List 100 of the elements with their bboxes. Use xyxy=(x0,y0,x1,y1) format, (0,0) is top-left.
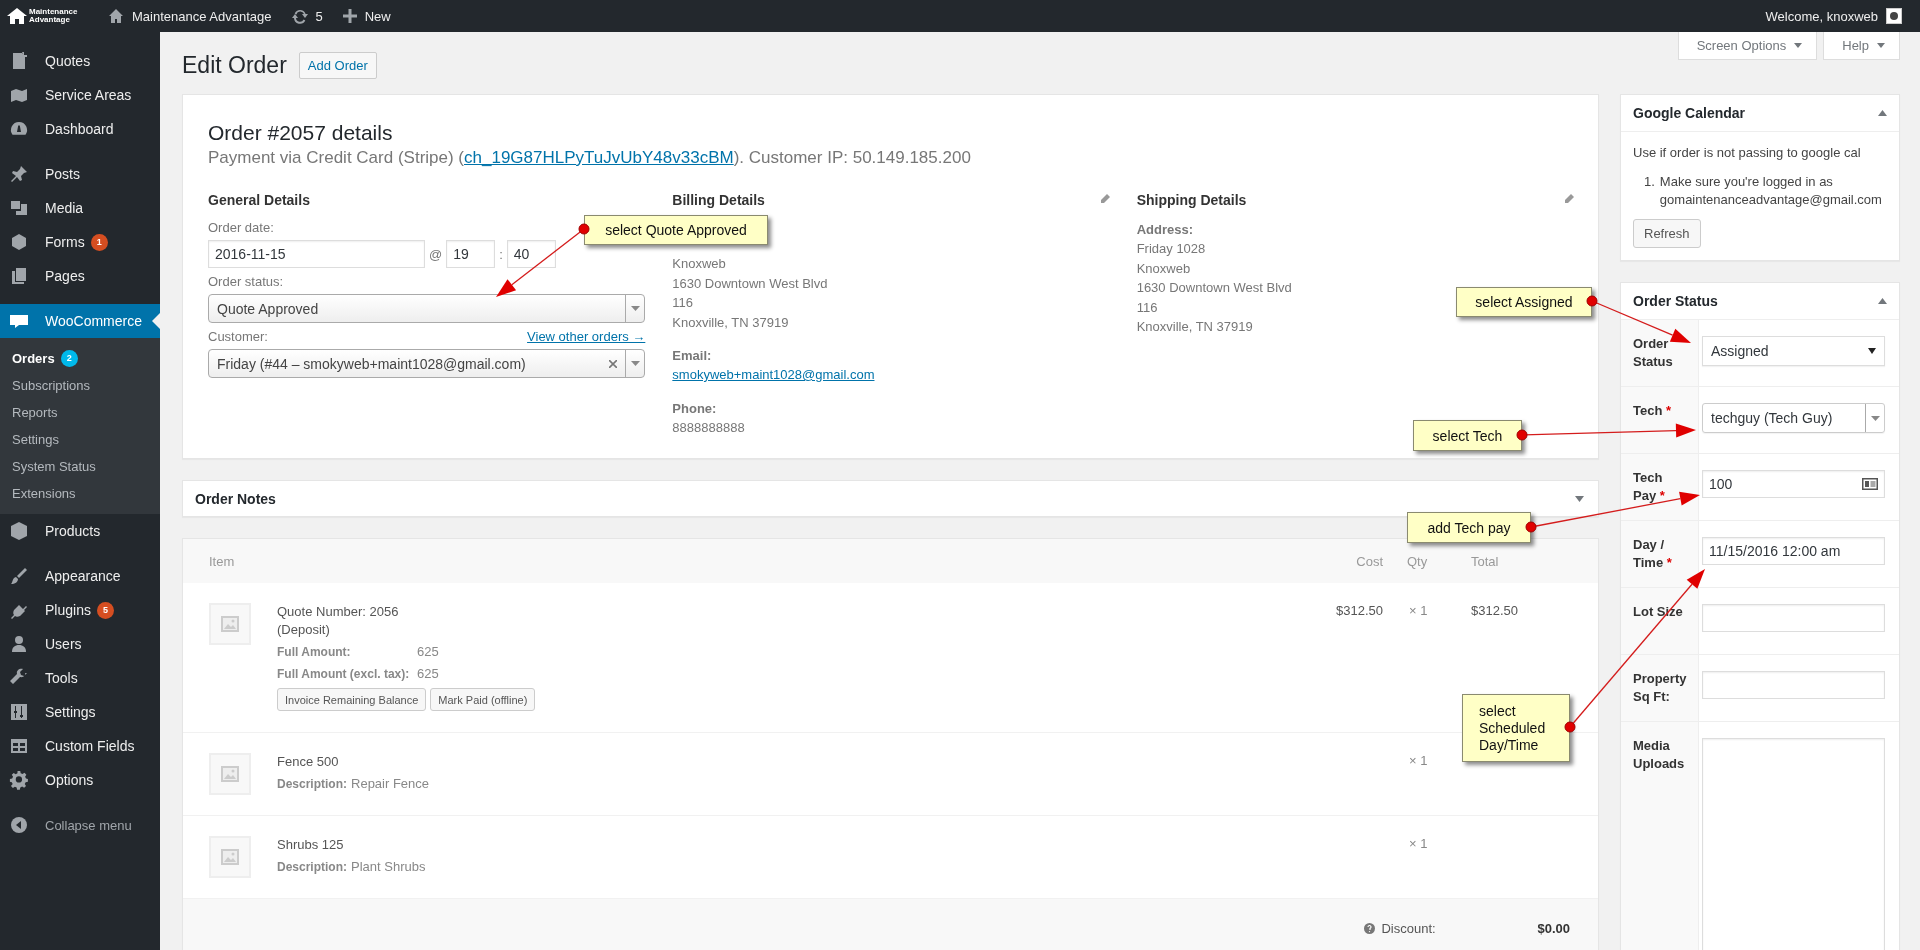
new-link[interactable]: New xyxy=(332,0,401,32)
item-name: Fence 500 xyxy=(277,753,339,771)
column-header: Total xyxy=(1470,553,1500,569)
hour-field[interactable]: 19 xyxy=(446,240,496,268)
field-label: Tech Pay * xyxy=(1621,454,1699,520)
meta-label: Full Amount (excl. tax): xyxy=(277,666,411,683)
image-placeholder-icon xyxy=(221,849,239,865)
charge-link[interactable]: ch_19G87HLPyTuJvUbY48v33cBM xyxy=(464,148,734,167)
address-line: Knoxville, TN 37919 xyxy=(672,313,789,332)
meta-value: 625 xyxy=(417,644,439,659)
logo-text: Maintenance Advantage xyxy=(29,8,79,24)
tech-select[interactable]: techguy (Tech Guy) xyxy=(1702,403,1885,433)
sidebar-item[interactable]: Custom Fields xyxy=(0,729,160,763)
image-placeholder-icon xyxy=(221,766,239,782)
caret-icon xyxy=(1877,43,1885,48)
discount-label: Discount: xyxy=(1381,921,1437,936)
add-order-button[interactable]: Add Order xyxy=(298,52,377,79)
sidebar-item[interactable]: Products xyxy=(0,514,160,548)
customer-select[interactable]: Friday (#44 – smokyweb+maint1028@gmail.com) xyxy=(208,349,646,378)
site-link[interactable]: Maintenance Advantage xyxy=(98,0,282,32)
sidebar-item[interactable]: Quotes xyxy=(0,44,160,78)
address-line: 1630 Downtown West Blvd xyxy=(672,274,828,293)
field-label: Address: xyxy=(1136,221,1193,239)
sidebar-item[interactable]: Forms 1 xyxy=(0,225,160,259)
user-icon xyxy=(9,634,29,654)
item-name: Shrubs 125 xyxy=(277,836,344,854)
field-label: Phone: xyxy=(672,399,717,418)
field-label: Tech * xyxy=(1621,387,1699,453)
media-icon xyxy=(9,198,29,218)
item-action-button[interactable]: Invoice Remaining Balance xyxy=(277,688,427,711)
refresh-icon xyxy=(291,8,308,24)
pointer-icon xyxy=(152,313,160,329)
sidebar-item[interactable]: Media xyxy=(0,191,160,225)
address-line: Friday 1028 xyxy=(1136,240,1206,258)
time-colon: : xyxy=(498,246,504,262)
page-title: Edit Order xyxy=(182,52,287,79)
house-logo-icon xyxy=(6,7,28,25)
sidebar-item[interactable]: WooCommerce xyxy=(0,304,160,338)
item-total: $312.50 xyxy=(1471,603,1518,618)
collapse-arrow-icon xyxy=(1575,495,1584,502)
sidebar-item[interactable]: Service Areas xyxy=(0,78,160,112)
panel-title: Google Calendar xyxy=(1633,105,1746,121)
collapse-menu-button[interactable]: Collapse menu xyxy=(0,808,160,842)
address-line: Knoxweb xyxy=(1136,259,1191,278)
field-label: Order Status xyxy=(1621,320,1699,386)
input-field[interactable] xyxy=(1702,671,1885,699)
submenu-item[interactable]: Orders 2 xyxy=(0,345,160,372)
input-field[interactable]: 100 xyxy=(1702,470,1885,498)
callout-note: add Tech pay xyxy=(1407,512,1531,543)
field-label: Day / Time * xyxy=(1621,521,1699,587)
sidebar-item[interactable]: Posts xyxy=(0,157,160,191)
submenu-item[interactable]: Extensions xyxy=(0,480,160,507)
refresh-button[interactable]: Refresh xyxy=(1633,219,1701,248)
address-line: 116 xyxy=(672,294,694,312)
input-field[interactable] xyxy=(1702,604,1885,632)
field-label: Property Sq Ft: xyxy=(1621,655,1699,721)
sidebar-item[interactable]: Options xyxy=(0,763,160,797)
list-number: 1. xyxy=(1644,173,1655,191)
clear-icon xyxy=(609,359,618,368)
sidebar-item[interactable]: Settings xyxy=(0,695,160,729)
item-name: (Deposit) xyxy=(277,621,330,639)
home-icon xyxy=(108,8,124,24)
column-header: Item xyxy=(209,553,236,569)
image-placeholder-icon xyxy=(221,616,239,632)
help-tab[interactable]: Help xyxy=(1823,32,1900,60)
sidebar-item[interactable]: Tools xyxy=(0,661,160,695)
submenu-item[interactable]: Settings xyxy=(0,426,160,453)
date-field[interactable]: 2016-11-15 xyxy=(208,240,425,268)
input-field[interactable]: 11/15/2016 12:00 am xyxy=(1702,537,1885,565)
sidebar-item[interactable]: Dashboard xyxy=(0,112,160,146)
panel-title: Order Notes xyxy=(195,490,276,507)
submenu-item[interactable]: System Status xyxy=(0,453,160,480)
count-badge: 2 xyxy=(60,350,78,367)
item-quantity: × 1 xyxy=(1409,603,1428,618)
sidebar-item[interactable]: Pages xyxy=(0,259,160,293)
meta-label: Full Amount: xyxy=(277,644,352,661)
dropdown-arrow-icon xyxy=(630,361,640,366)
item-name: Quote Number: 2056 xyxy=(277,603,399,621)
field-label: Email: xyxy=(672,347,712,365)
brush-icon xyxy=(9,566,29,586)
address-line: 116 xyxy=(1136,298,1158,317)
account-link[interactable]: Welcome, knoxweb xyxy=(1755,0,1912,32)
submenu-item[interactable]: Reports xyxy=(0,399,160,426)
view-orders-link[interactable]: View other orders → xyxy=(527,329,646,344)
sidebar-item[interactable]: Appearance xyxy=(0,559,160,593)
meta-value: Plant Shrubs xyxy=(351,859,426,874)
submenu-item[interactable]: Subscriptions xyxy=(0,372,160,399)
address-line: 1630 Downtown West Blvd xyxy=(1136,279,1292,297)
payment-info: Payment via Credit Card (Stripe) (ch_19G87HLPyTuJvUbY48v33cBM). Customer IP: 50.149.185.200 xyxy=(208,148,972,168)
minute-field[interactable]: 40 xyxy=(506,240,556,268)
pages-icon xyxy=(9,266,29,286)
updates-link[interactable]: 5 xyxy=(281,0,333,32)
item-cost: $312.50 xyxy=(1336,603,1383,618)
order-status-select[interactable]: Quote Approved xyxy=(208,294,646,323)
screen-options-tab[interactable]: Screen Options xyxy=(1677,32,1818,60)
email-link[interactable]: smokyweb+maint1028@gmail.com xyxy=(672,367,875,382)
status-select[interactable]: Assigned xyxy=(1702,336,1885,366)
item-action-button[interactable]: Mark Paid (offline) xyxy=(430,688,536,711)
sidebar-item[interactable]: Plugins 5 xyxy=(0,593,160,627)
sidebar-item[interactable]: Users xyxy=(0,627,160,661)
